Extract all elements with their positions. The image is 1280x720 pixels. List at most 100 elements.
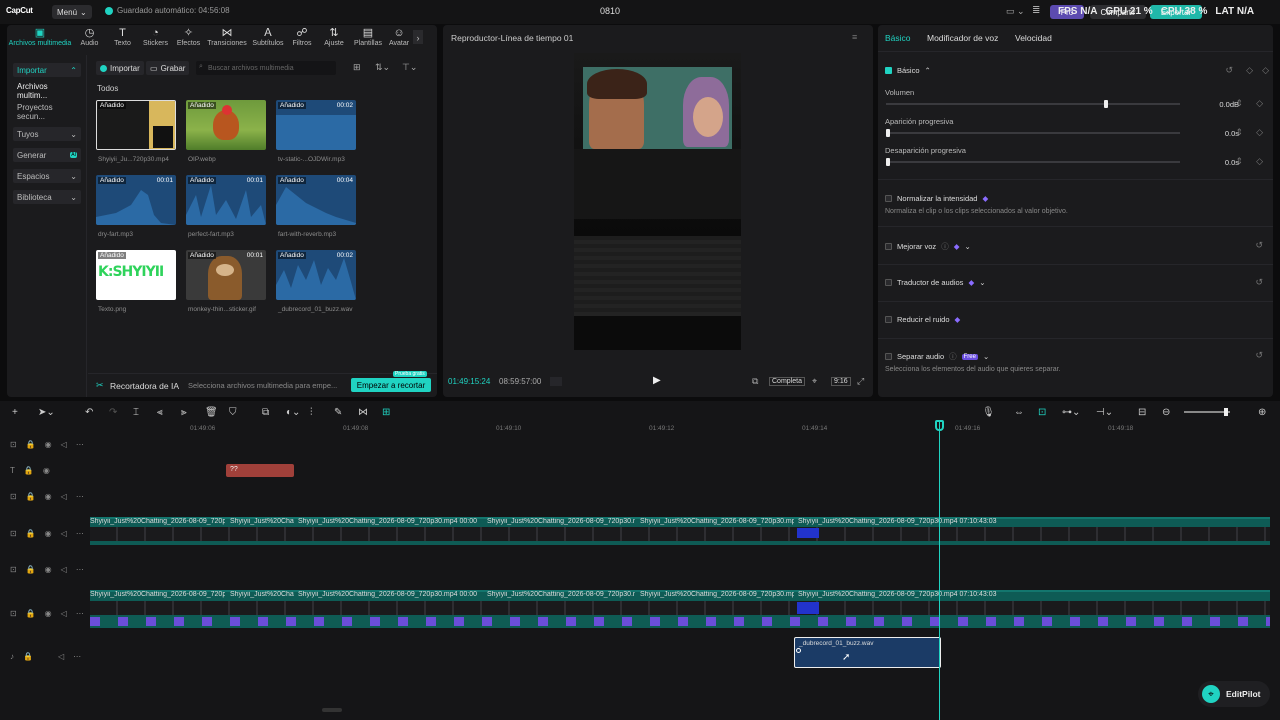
media-item[interactable]: Añadido OIP.webp xyxy=(186,100,266,163)
eye-icon[interactable]: ◉ xyxy=(45,609,52,618)
timeline-icon[interactable] xyxy=(550,377,562,386)
tab-basic[interactable]: Básico xyxy=(885,33,911,43)
checkbox[interactable] xyxy=(885,316,892,323)
stepper-icon[interactable]: ⇕ xyxy=(1235,127,1243,138)
media-item[interactable]: Añadido 00:02 _dubrecord_01_buzz.wav xyxy=(276,250,356,313)
horizontal-scrollbar[interactable] xyxy=(322,708,342,712)
lock-icon[interactable]: 🔒 xyxy=(26,565,36,574)
track-header[interactable]: ⊡ 🔒 ◉ ◁ ⋯ xyxy=(10,609,84,618)
checkbox[interactable] xyxy=(885,195,892,202)
checkbox[interactable] xyxy=(885,353,892,360)
media-item[interactable]: Añadido 00:01 perfect-fart.mp3 xyxy=(186,175,266,238)
sidebar-item-import[interactable]: Importar ⌃ xyxy=(13,63,81,77)
tab-filters[interactable]: ☍ Filtros xyxy=(287,25,317,52)
time-ruler[interactable]: 01:49:06 01:49:08 01:49:10 01:49:12 01:4… xyxy=(90,423,1280,435)
shortcuts-icon[interactable]: ≣ xyxy=(1032,5,1040,16)
select-tool-icon[interactable]: ➤⌄ xyxy=(38,407,55,418)
quality-button[interactable]: Completa xyxy=(769,377,805,386)
microphone-icon[interactable]: 🎙 xyxy=(982,407,995,418)
sidebar-item-spaces[interactable]: Espacios ⌄ xyxy=(13,169,81,183)
eye-icon[interactable]: ◉ xyxy=(45,492,52,501)
filter-icon[interactable]: ⊤⌄ xyxy=(402,62,417,73)
view-grid-icon[interactable]: ⊞ xyxy=(353,62,361,73)
tab-adjust[interactable]: ⇅ Ajuste xyxy=(317,25,351,52)
tab-templates[interactable]: ▤ Plantillas xyxy=(351,25,385,52)
import-button[interactable]: Importar xyxy=(96,61,144,75)
text-clip[interactable]: ?? xyxy=(226,464,294,477)
media-item[interactable]: Añadido Shyiyii_Ju...720p30.mp4 xyxy=(96,100,176,163)
enhance-voice-section[interactable]: Mejorar voz ⓘ ◆ ⌄ xyxy=(885,241,971,252)
more-icon[interactable]: ⋯ xyxy=(76,529,84,538)
fade-in-slider[interactable] xyxy=(886,129,1180,137)
tab-avatar[interactable]: ☺ Avatar xyxy=(385,25,413,52)
editpilot-button[interactable]: ⌖ EditPilot xyxy=(1198,681,1270,707)
more-icon[interactable]: ⋯ xyxy=(73,652,81,661)
play-icon[interactable]: ▶ xyxy=(653,375,661,386)
tab-text[interactable]: T Texto xyxy=(106,25,139,52)
track-header[interactable]: ⊡ 🔒 ◉ ◁ ⋯ xyxy=(10,440,84,449)
slider-knob[interactable] xyxy=(1224,408,1228,416)
zoom-in-icon[interactable]: ⊕ xyxy=(1258,407,1266,418)
tab-transitions[interactable]: ⋈ Transiciones xyxy=(205,25,249,52)
sidebar-item-generate[interactable]: Generar AI xyxy=(13,148,81,162)
reset-icon[interactable]: ↺ xyxy=(1255,240,1263,251)
track-header[interactable]: ⊡ 🔒 ◉ ◁ ⋯ xyxy=(10,529,84,538)
checkbox[interactable] xyxy=(885,243,892,250)
checkbox[interactable] xyxy=(885,67,892,74)
media-item[interactable]: K:SHYIYII Añadido Texto.png xyxy=(96,250,176,313)
track-header[interactable]: T 🔒 ◉ xyxy=(10,466,50,475)
speaker-icon[interactable]: ◁ xyxy=(61,529,67,538)
split-icon[interactable]: ⌶ xyxy=(133,407,139,418)
record-button[interactable]: ▭ Grabar xyxy=(146,61,190,75)
link-icon[interactable]: ⇔ xyxy=(1014,407,1024,418)
track-header[interactable]: ♪ 🔒 ◁ ⋯ xyxy=(10,652,81,661)
track-header[interactable]: ⊡ 🔒 ◉ ◁ ⋯ xyxy=(10,492,84,501)
separate-audio-section[interactable]: Separar audio ⓘ Free ⌄ xyxy=(885,351,989,362)
auto-reframe-icon[interactable]: ⊞ xyxy=(382,407,390,418)
more-icon[interactable]: ⋯ xyxy=(76,609,84,618)
playhead[interactable] xyxy=(939,421,940,720)
eye-icon[interactable]: ◉ xyxy=(45,565,52,574)
media-item[interactable]: Añadido 00:02 tv-static-...OJDWir.mp3 xyxy=(276,100,356,163)
crop-icon[interactable]: ⧉ xyxy=(752,376,758,387)
freeze-icon[interactable]: ⧉ xyxy=(262,407,269,418)
fade-handle[interactable] xyxy=(796,648,801,653)
tab-effects[interactable]: ✧ Efectos xyxy=(172,25,205,52)
menu-button[interactable]: Menú ⌄ xyxy=(52,5,92,19)
stepper-icon[interactable]: ⇕ xyxy=(1235,156,1243,167)
keyframe-icon[interactable]: ◇ xyxy=(1246,65,1253,76)
slider-knob[interactable] xyxy=(886,158,890,166)
project-name[interactable]: 0810 xyxy=(600,6,620,16)
chain-icon[interactable]: ⊶⌄ xyxy=(1062,407,1080,418)
start-trim-button[interactable]: Empezar a recortar xyxy=(351,378,431,392)
sidebar-item-media[interactable]: Archivos multim... xyxy=(13,82,81,100)
normalize-section[interactable]: Normalizar la intensidad ◆ xyxy=(885,194,988,203)
checkbox[interactable] xyxy=(885,279,892,286)
eye-icon[interactable]: ◉ xyxy=(45,440,52,449)
sidebar-item-library[interactable]: Biblioteca ⌄ xyxy=(13,190,81,204)
audio-translator-section[interactable]: Traductor de audios ◆ ⌄ xyxy=(885,278,986,287)
playhead-handle[interactable] xyxy=(935,420,944,431)
speaker-icon[interactable]: ◁ xyxy=(58,652,64,661)
zoom-slider[interactable] xyxy=(1184,408,1230,416)
shield-icon[interactable]: ⛉ xyxy=(229,407,237,418)
beat-icon[interactable]: ⫶ xyxy=(310,407,313,418)
media-item[interactable]: Añadido 00:01 monkey-thin...sticker.gif xyxy=(186,250,266,313)
lock-icon[interactable]: 🔒 xyxy=(23,652,33,661)
tab-stickers[interactable]: ◔ Stickers xyxy=(139,25,172,52)
zoom-fit-icon[interactable]: ⌖ xyxy=(812,376,817,387)
sidebar-item-projects[interactable]: Proyectos secun... xyxy=(13,103,81,121)
menu-icon[interactable]: ≡ xyxy=(852,32,857,42)
lock-icon[interactable]: 🔒 xyxy=(26,492,36,501)
fullscreen-icon[interactable]: ⤢ xyxy=(857,376,864,387)
volume-slider[interactable] xyxy=(886,100,1180,108)
video-preview[interactable] xyxy=(574,53,741,350)
aspect-ratio-button[interactable]: 9:16 xyxy=(831,377,851,386)
slider-knob[interactable] xyxy=(1103,100,1108,108)
tab-subtitles[interactable]: Ａ Subtítulos xyxy=(249,25,287,52)
reset-icon[interactable]: ↺ xyxy=(1255,350,1263,361)
eye-icon[interactable]: ◉ xyxy=(43,466,50,475)
mask-icon[interactable]: ◐⌄ xyxy=(286,407,300,418)
tab-audio[interactable]: ◷ Audio xyxy=(73,25,106,52)
speaker-icon[interactable]: ◁ xyxy=(61,609,67,618)
